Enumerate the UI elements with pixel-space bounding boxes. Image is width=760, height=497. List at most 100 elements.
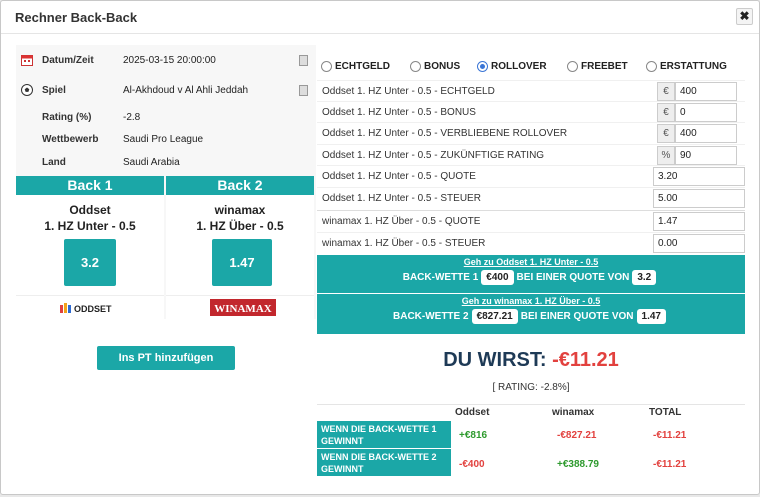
radio-label: ECHTGELD — [335, 61, 390, 72]
field-row-quote-1: Oddset 1. HZ Unter - 0.5 - QUOTE 3.20 — [317, 165, 745, 186]
result-prefix: DU WIRST: — [443, 349, 547, 371]
field-label: Oddset 1. HZ Unter - 0.5 - STEUER — [322, 193, 481, 204]
radio-label: ERSTATTUNG — [660, 61, 727, 72]
go-to-bookmaker-1-link[interactable]: Geh zu Oddset 1. HZ Unter - 0.5 — [317, 257, 745, 267]
back-bet-2-line: BACK-WETTE 2 €827.21 BEI EINER QUOTE VON 1.… — [317, 309, 745, 324]
result-amount: -€11.21 — [552, 349, 619, 371]
outcome-2-oddset: -€400 — [459, 459, 485, 470]
info-value: -2.8 — [123, 112, 141, 123]
field-label: Oddset 1. HZ Unter - 0.5 - BONUS — [322, 107, 476, 118]
radio-label: FREEBET — [581, 61, 628, 72]
field-row-quote-2: winamax 1. HZ Über - 0.5 - QUOTE 1.47 — [317, 210, 745, 231]
copy-icon[interactable] — [299, 55, 308, 66]
col-header-oddset: Oddset — [455, 407, 490, 418]
info-value: Saudi Arabia — [123, 157, 180, 168]
outcome-1-winamax: -€827.21 — [557, 430, 597, 441]
radio-label: BONUS — [424, 61, 461, 72]
result-heading: DU WIRST: -€11.21 — [317, 349, 745, 372]
radio-echtgeld[interactable]: ECHTGELD — [321, 59, 401, 75]
odds-chip[interactable]: 3.2 — [632, 270, 657, 285]
market-name: 1. HZ Unter - 0.5 — [44, 219, 136, 233]
euro-addon: € — [657, 82, 675, 101]
info-row-country: Land Saudi Arabia — [16, 152, 316, 174]
radio-rollover[interactable]: ROLLOVER — [477, 59, 557, 75]
info-row-match: Spiel Al-Akhdoud v Al Ahli Jeddah — [16, 80, 316, 102]
back-bet-2-bar: Geh zu winamax 1. HZ Über - 0.5 BACK-WET… — [317, 294, 745, 334]
field-label: winamax 1. HZ Über - 0.5 - STEUER — [322, 238, 486, 249]
winamax-logo[interactable]: WINAMAX — [166, 295, 314, 319]
radio-bonus[interactable]: BONUS — [410, 59, 480, 75]
info-value: Saudi Pro League — [123, 134, 204, 145]
market-name: 1. HZ Über - 0.5 — [196, 219, 284, 233]
outcome-row-2-label: WENN DIE BACK-WETTE 2 GEWINNT — [317, 449, 451, 476]
future-rating-input[interactable]: 90 — [675, 146, 737, 165]
field-label: winamax 1. HZ Über - 0.5 - QUOTE — [322, 216, 481, 227]
back-1-heading: Back 1 — [16, 176, 164, 195]
bet-prefix: BACK-WETTE 2 — [393, 311, 469, 322]
field-label: Oddset 1. HZ Unter - 0.5 - ZUKÜNFTIGE RA… — [322, 150, 545, 161]
info-row-competition: Wettbewerb Saudi Pro League — [16, 129, 316, 151]
calendar-icon — [21, 55, 33, 66]
odds-box[interactable]: 3.2 — [64, 239, 116, 286]
radio-label: ROLLOVER — [491, 61, 547, 72]
oddset-logo-icon: ODDSET — [60, 303, 112, 314]
info-label: Datum/Zeit — [42, 55, 94, 66]
divider — [317, 404, 745, 405]
soccer-ball-icon — [21, 84, 33, 96]
odds-chip[interactable]: 1.47 — [636, 309, 666, 324]
euro-addon: € — [657, 124, 675, 143]
info-value: Al-Akhdoud v Al Ahli Jeddah — [123, 85, 249, 96]
field-row-tax-2: winamax 1. HZ Über - 0.5 - STEUER 0.00 — [317, 232, 745, 253]
radio-freebet[interactable]: FREEBET — [567, 59, 637, 75]
add-to-pt-button[interactable]: Ins PT hinzufügen — [97, 346, 235, 370]
calculator-modal: Rechner Back-Back ✖ Datum/Zeit 2025-03-1… — [0, 0, 760, 495]
bet-prefix: BACK-WETTE 1 — [402, 272, 479, 283]
quote-1-input[interactable]: 3.20 — [653, 167, 745, 186]
winamax-logo-text: WINAMAX — [214, 303, 271, 315]
close-icon[interactable]: ✖ — [736, 8, 753, 25]
stake-chip[interactable]: €827.21 — [471, 309, 518, 324]
field-row-echtgeld: Oddset 1. HZ Unter - 0.5 - ECHTGELD € 40… — [317, 80, 745, 101]
stake-chip[interactable]: €400 — [481, 270, 514, 285]
tax-2-input[interactable]: 0.00 — [653, 234, 745, 253]
tax-1-input[interactable]: 5.00 — [653, 189, 745, 208]
bookmaker-name: winamax — [214, 203, 266, 217]
copy-icon[interactable] — [299, 85, 308, 96]
info-label: Land — [42, 157, 66, 168]
oddset-logo-text: ODDSET — [74, 304, 112, 314]
info-value: 2025-03-15 20:00:00 — [123, 55, 216, 66]
radio-circle[interactable] — [321, 61, 332, 72]
odds-box[interactable]: 1.47 — [212, 239, 272, 286]
bonus-input[interactable]: 0 — [675, 103, 737, 122]
event-info-panel: Datum/Zeit 2025-03-15 20:00:00 Spiel Al-… — [16, 45, 316, 319]
info-label: Rating (%) — [42, 112, 92, 123]
percent-addon: % — [657, 146, 675, 165]
info-label: Spiel — [42, 85, 66, 96]
radio-circle-selected[interactable] — [477, 61, 488, 72]
radio-circle[interactable] — [410, 61, 421, 72]
outcome-1-oddset: +€816 — [459, 430, 488, 441]
quote-2-input[interactable]: 1.47 — [653, 212, 745, 231]
outcome-2-winamax: +€388.79 — [557, 459, 599, 470]
rollover-input[interactable]: 400 — [675, 124, 737, 143]
outcome-row-1-label: WENN DIE BACK-WETTE 1 GEWINNT — [317, 421, 451, 448]
euro-addon: € — [657, 103, 675, 122]
bookmaker-name: Oddset — [69, 203, 111, 217]
info-row-rating: Rating (%) -2.8 — [16, 107, 316, 129]
field-label: Oddset 1. HZ Unter - 0.5 - ECHTGELD — [322, 86, 495, 97]
col-header-total: TOTAL — [649, 407, 682, 418]
back-bet-1-line: BACK-WETTE 1 €400 BEI EINER QUOTE VON 3.2 — [317, 270, 745, 285]
modal-title: Rechner Back-Back — [15, 10, 138, 25]
field-label: Oddset 1. HZ Unter - 0.5 - VERBLIEBENE R… — [322, 128, 568, 139]
field-row-rollover: Oddset 1. HZ Unter - 0.5 - VERBLIEBENE R… — [317, 122, 745, 143]
info-label: Wettbewerb — [42, 134, 99, 145]
field-row-tax-1: Oddset 1. HZ Unter - 0.5 - STEUER 5.00 — [317, 187, 745, 208]
echtgeld-input[interactable]: 400 — [675, 82, 737, 101]
go-to-bookmaker-2-link[interactable]: Geh zu winamax 1. HZ Über - 0.5 — [317, 296, 745, 306]
radio-circle[interactable] — [567, 61, 578, 72]
oddset-logo[interactable]: ODDSET — [16, 295, 164, 319]
bonus-type-radio-group: ECHTGELD BONUS ROLLOVER FREEBET ERSTATTU… — [321, 59, 745, 75]
bet-mid-text: BEI EINER QUOTE VON — [520, 311, 634, 322]
radio-erstattung[interactable]: ERSTATTUNG — [646, 59, 738, 75]
radio-circle[interactable] — [646, 61, 657, 72]
